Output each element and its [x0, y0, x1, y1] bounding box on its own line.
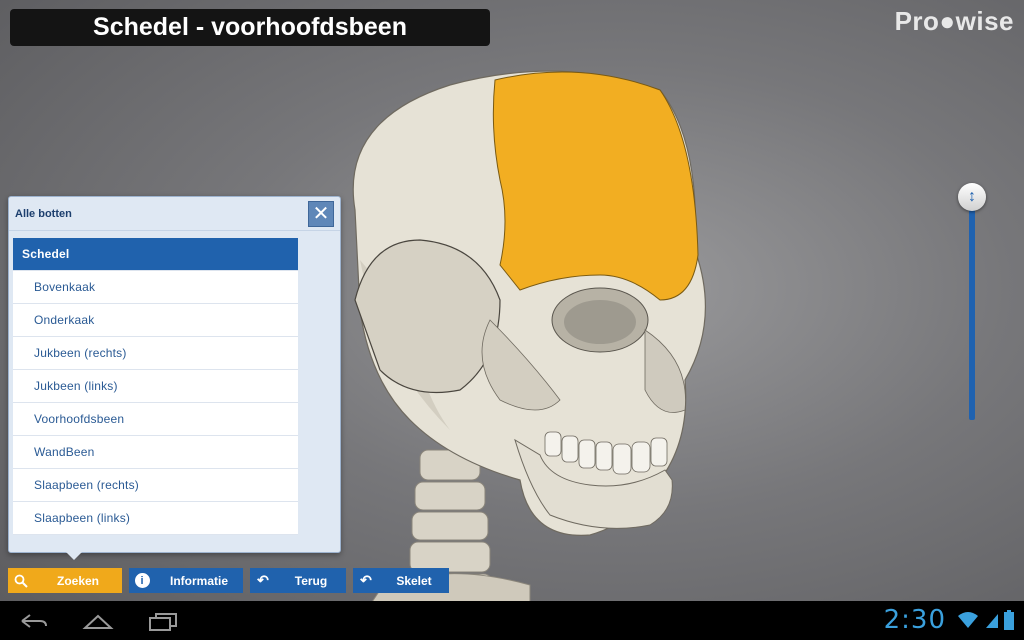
frontal-bone-highlight: [492, 71, 699, 301]
panel-title: Alle botten: [15, 207, 72, 220]
back-nav-icon[interactable]: [18, 611, 48, 631]
list-item-slaapbeen-rechts[interactable]: Slaapbeen (rechts): [13, 469, 298, 502]
bones-list[interactable]: Schedel Bovenkaak Onderkaak Jukbeen (rec…: [13, 238, 298, 540]
panel-header: Alle botten ✕: [9, 197, 340, 231]
list-item-jukbeen-rechts[interactable]: Jukbeen (rechts): [13, 337, 298, 370]
list-item-voorhoofdsbeen[interactable]: Voorhoofdsbeen: [13, 403, 298, 436]
list-item-label: Bovenkaak: [34, 280, 96, 294]
bottom-toolbar: Zoeken i Informatie ↶ Terug ↶ Skelet: [8, 568, 449, 593]
list-item-label: WandBeen: [34, 445, 95, 459]
list-item-label: Jukbeen (links): [34, 379, 118, 393]
close-icon: ✕: [312, 202, 330, 225]
bones-panel: Alle botten ✕ Schedel Bovenkaak Onderkaa…: [8, 196, 341, 560]
zoom-slider-handle[interactable]: ↕: [958, 183, 986, 211]
list-item-label: Slaapbeen (rechts): [34, 478, 139, 492]
system-clock: 2:30: [883, 605, 946, 635]
vertical-arrows-icon: ↕: [968, 188, 976, 205]
back-button[interactable]: ↶ Terug: [250, 568, 346, 593]
page-title-text: Schedel - voorhoofdsbeen: [93, 13, 407, 41]
status-icons: [956, 610, 1014, 630]
list-item-slaapbeen-links[interactable]: Slaapbeen (links): [13, 502, 298, 535]
list-item-schedel[interactable]: Schedel: [13, 238, 298, 271]
list-item-wandbeen[interactable]: WandBeen: [13, 436, 298, 469]
list-item-jukbeen-links[interactable]: Jukbeen (links): [13, 370, 298, 403]
search-icon: [8, 574, 34, 588]
undo-arrow-icon: ↶: [360, 572, 372, 588]
skull-3d-viewer[interactable]: [300, 60, 760, 605]
list-item-label: Onderkaak: [34, 313, 95, 327]
wifi-icon: [958, 612, 978, 628]
list-item-label: Schedel: [22, 247, 70, 261]
list-item-label: Slaapbeen (links): [34, 511, 131, 525]
system-navigation-bar: 2:30: [0, 601, 1024, 640]
back-label: Terug: [294, 573, 328, 588]
search-button[interactable]: Zoeken: [8, 568, 122, 593]
info-icon: i: [134, 573, 150, 588]
page-title: Schedel - voorhoofdsbeen: [10, 9, 490, 46]
skeleton-label: Skelet: [396, 573, 432, 588]
home-nav-icon[interactable]: [82, 611, 114, 631]
list-item-label: Jukbeen (rechts): [34, 346, 127, 360]
list-item-label: Voorhoofdsbeen: [34, 412, 125, 426]
list-item-bovenkaak[interactable]: Bovenkaak: [13, 271, 298, 304]
prowise-logo: Pro●wise: [895, 6, 1014, 37]
skeleton-button[interactable]: ↶ Skelet: [353, 568, 449, 593]
logo-text: Pro●wise: [894, 6, 1014, 36]
zoom-slider-track[interactable]: [969, 196, 975, 420]
close-panel-button[interactable]: ✕: [308, 200, 334, 227]
info-button[interactable]: i Informatie: [129, 568, 243, 593]
panel-pointer: [66, 552, 82, 560]
battery-icon: [1004, 610, 1014, 630]
signal-icon: [986, 614, 998, 628]
search-label: Zoeken: [56, 573, 99, 588]
undo-arrow-icon: ↶: [257, 572, 269, 588]
recent-apps-icon[interactable]: [148, 611, 178, 631]
info-label: Informatie: [169, 573, 228, 588]
list-item-onderkaak[interactable]: Onderkaak: [13, 304, 298, 337]
